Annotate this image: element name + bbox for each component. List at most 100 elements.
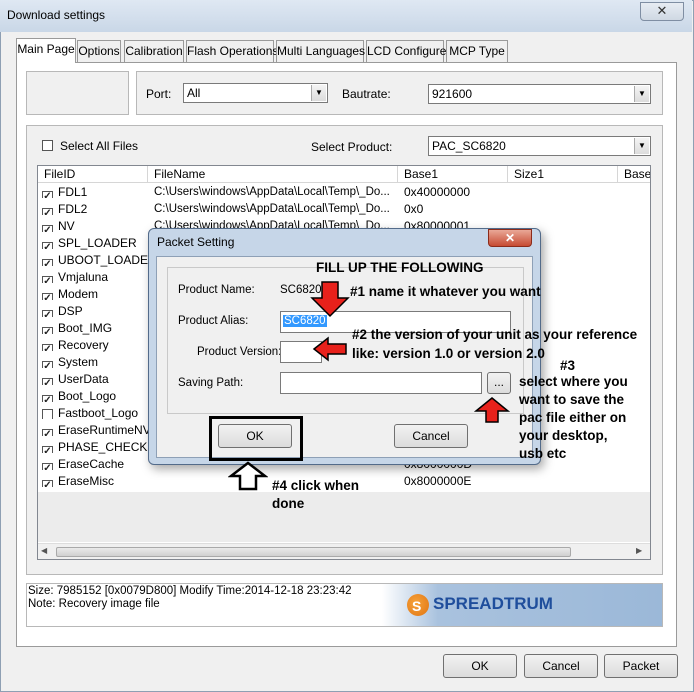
tab-options[interactable]: Options xyxy=(77,40,121,62)
chevron-down-icon: ▼ xyxy=(311,85,326,101)
row-checkbox[interactable]: ✓ xyxy=(42,310,53,317)
row-checkbox[interactable]: ✓ xyxy=(42,361,53,368)
list-empty-area xyxy=(38,492,650,542)
tab-flash-operations[interactable]: Flash Operations xyxy=(186,40,278,62)
file-id-cell: NV xyxy=(58,219,75,233)
file-id-cell: EraseMisc xyxy=(58,474,115,488)
file-id-cell: PHASE_CHECK xyxy=(58,440,148,454)
column-header-size1[interactable]: Size1 xyxy=(508,166,618,183)
product-alias-label: Product Alias: xyxy=(178,315,249,327)
row-checkbox[interactable]: ✓ xyxy=(42,225,53,232)
base1-cell: 0x40000000 xyxy=(404,185,471,199)
table-row[interactable]: ✓ FDL1 C:\Users\windows\AppData\Local\Temp… xyxy=(38,184,650,201)
row-checkbox[interactable]: ✓ xyxy=(42,429,53,436)
column-header-base1[interactable]: Base1 xyxy=(398,166,508,183)
file-name-cell: C:\Users\windows\AppData\Local\Temp\_Do.… xyxy=(154,186,390,198)
baudrate-select-value: 921600 xyxy=(432,87,473,101)
row-checkbox[interactable]: ✓ xyxy=(42,293,53,300)
annotation-3-line-4: your desktop, xyxy=(519,428,608,443)
row-checkbox[interactable]: ✓ xyxy=(42,378,53,385)
row-checkbox[interactable]: ✓ xyxy=(42,327,53,334)
tab-lcd-configure[interactable]: LCD Configure xyxy=(366,40,446,62)
row-checkbox[interactable] xyxy=(42,409,53,419)
port-label: Port: xyxy=(146,87,172,101)
product-version-label: Product Version: xyxy=(197,346,282,358)
annotation-4-line-1: #4 click when xyxy=(272,478,360,493)
row-checkbox[interactable]: ✓ xyxy=(42,446,53,453)
window-close-button[interactable]: ✕ xyxy=(640,2,684,21)
window-title: Download settings xyxy=(7,8,106,22)
chevron-down-icon: ▼ xyxy=(634,138,649,154)
scroll-right-icon[interactable]: ▶ xyxy=(636,546,642,555)
row-checkbox[interactable]: ✓ xyxy=(42,395,53,402)
saving-path-label: Saving Path: xyxy=(178,377,244,389)
logo-s-mark: S xyxy=(412,598,422,614)
file-id-cell: EraseRuntimeNV xyxy=(58,423,148,437)
annotation-3-number: #3 xyxy=(560,358,576,373)
file-id-cell: Fastboot_Logo xyxy=(58,406,139,420)
file-id-cell: Recovery xyxy=(58,338,109,352)
file-id-cell: FDL2 xyxy=(58,202,88,216)
file-id-cell: Modem xyxy=(58,287,99,301)
annotation-4-line-2: done xyxy=(272,496,305,511)
file-id-cell: UBOOT_LOADER xyxy=(58,253,148,267)
blank-group-box xyxy=(26,71,129,115)
port-select[interactable]: All ▼ xyxy=(183,83,328,103)
status-line-2: Note: Recovery image file xyxy=(28,598,160,610)
file-id-cell: EraseCache xyxy=(58,457,125,471)
annotation-2-line-2: like: version 1.0 or version 2.0 xyxy=(352,346,545,361)
row-checkbox[interactable]: ✓ xyxy=(42,191,53,198)
red-arrow-left-icon xyxy=(312,336,347,362)
file-name-cell: C:\Users\windows\AppData\Local\Temp\_Do.… xyxy=(154,203,390,215)
annotation-3-line-2: want to save the xyxy=(519,392,625,407)
file-id-cell: Boot_IMG xyxy=(58,321,113,335)
select-all-label: Select All Files xyxy=(60,139,139,153)
row-checkbox[interactable]: ✓ xyxy=(42,480,53,487)
row-checkbox[interactable]: ✓ xyxy=(42,259,53,266)
file-id-cell: Vmjaluna xyxy=(58,270,109,284)
tab-mcp-type[interactable]: MCP Type xyxy=(446,40,508,62)
file-id-cell: SPL_LOADER xyxy=(58,236,137,250)
dialog-close-button[interactable]: ✕ xyxy=(488,229,532,247)
row-checkbox[interactable]: ✓ xyxy=(42,208,53,215)
select-all-checkbox[interactable] xyxy=(42,140,53,151)
red-arrow-up-icon xyxy=(474,397,510,423)
scroll-thumb[interactable] xyxy=(56,547,571,557)
annotation-3-line-3: pac file either on xyxy=(519,410,627,425)
column-header-filename[interactable]: FileName xyxy=(148,166,398,183)
saving-path-input[interactable] xyxy=(280,372,482,394)
table-row[interactable]: ✓ FDL2 C:\Users\windows\AppData\Local\Temp… xyxy=(38,201,650,218)
tab-main-page[interactable]: Main Page xyxy=(16,38,76,63)
tab-calibration[interactable]: Calibration xyxy=(124,40,184,62)
annotation-3-line-5: usb etc xyxy=(519,446,567,461)
row-checkbox[interactable]: ✓ xyxy=(42,463,53,470)
dialog-cancel-button[interactable]: Cancel xyxy=(394,424,468,448)
base1-cell: 0x0 xyxy=(404,202,424,216)
column-header-base2[interactable]: Base2 xyxy=(618,166,650,183)
ok-button[interactable]: OK xyxy=(443,654,517,678)
product-name-label: Product Name: xyxy=(178,284,255,296)
baudrate-select[interactable]: 921600 ▼ xyxy=(428,84,651,104)
row-checkbox[interactable]: ✓ xyxy=(42,276,53,283)
scroll-left-icon[interactable]: ◀ xyxy=(41,546,47,555)
cancel-button[interactable]: Cancel xyxy=(524,654,598,678)
product-select[interactable]: PAC_SC6820 ▼ xyxy=(428,136,651,156)
row-checkbox[interactable]: ✓ xyxy=(42,242,53,249)
horizontal-scrollbar[interactable]: ◀ ▶ xyxy=(38,543,650,559)
packet-button[interactable]: Packet xyxy=(604,654,678,678)
tab-multi-languages[interactable]: Multi Languages xyxy=(276,40,365,62)
row-checkbox[interactable]: ✓ xyxy=(42,344,53,351)
status-panel: Size: 7985152 [0x0079D800] Modify Time:2… xyxy=(26,583,663,627)
file-id-cell: UserData xyxy=(58,372,109,386)
baudrate-label: Bautrate: xyxy=(342,87,391,101)
spreadtrum-logo-text: SPREADTRUM xyxy=(433,594,553,613)
file-id-cell: Boot_Logo xyxy=(58,389,117,403)
file-id-cell: FDL1 xyxy=(58,185,88,199)
dialog-title: Packet Setting xyxy=(157,235,235,249)
port-select-value: All xyxy=(187,86,201,100)
annotation-2-line-1: #2 the version of your unit as your refe… xyxy=(352,327,638,342)
browse-button[interactable]: ... xyxy=(487,372,511,394)
select-product-label: Select Product: xyxy=(311,140,393,154)
column-header-fileid[interactable]: FileID xyxy=(38,166,148,183)
white-arrow-up-icon xyxy=(228,461,268,491)
